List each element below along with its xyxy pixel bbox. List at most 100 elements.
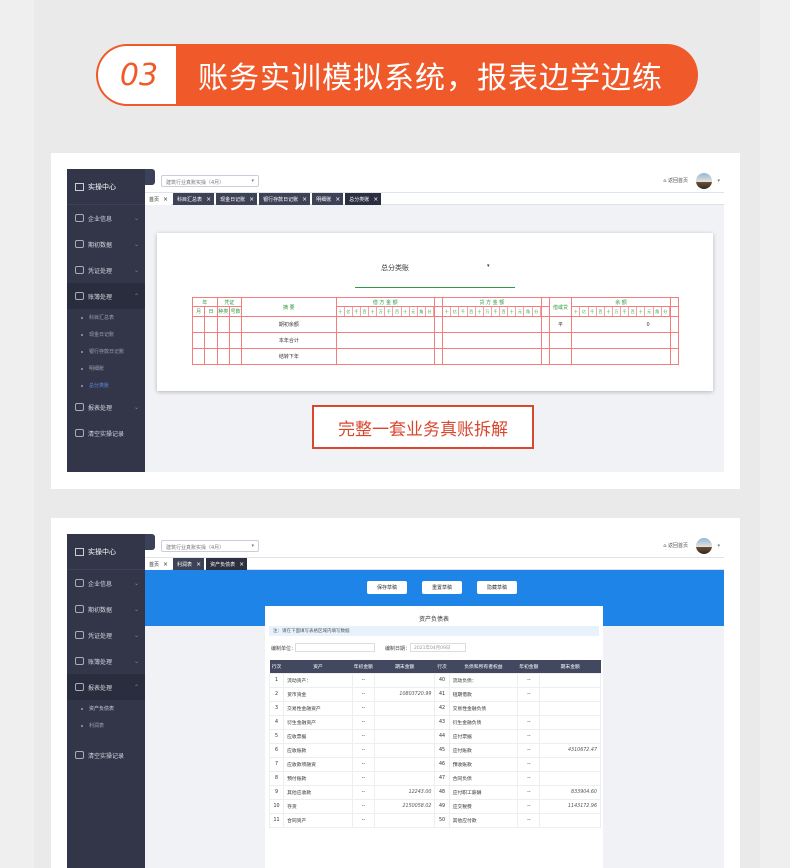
row-dc[interactable]: [548, 348, 573, 365]
asset-closing[interactable]: [373, 728, 436, 744]
tab-detail-ledger[interactable]: 明细账 ×: [312, 193, 344, 205]
cell[interactable]: [204, 316, 218, 333]
tab-income-statement[interactable]: 利润表 ×: [173, 558, 205, 570]
submenu-item[interactable]: 资产负债表: [67, 700, 145, 717]
avatar[interactable]: [696, 538, 712, 554]
menu-item-report[interactable]: 报表处理 ⌄: [67, 394, 145, 420]
menu-item-report[interactable]: 报表处理 ⌃: [67, 674, 145, 700]
liability-closing[interactable]: 833904.60: [539, 784, 601, 800]
submenu-item-selected[interactable]: 总分类账: [67, 377, 145, 394]
asset-closing[interactable]: [373, 770, 436, 786]
row-balance[interactable]: [571, 348, 671, 365]
liability-closing[interactable]: 4310672.47: [539, 742, 601, 758]
liability-closing[interactable]: 1143172.96: [539, 798, 601, 814]
collapse-sidebar-button[interactable]: [145, 534, 155, 550]
liability-closing[interactable]: [539, 714, 601, 730]
asset-closing[interactable]: [373, 714, 436, 730]
menu-item-company[interactable]: 企业信息 ⌄: [67, 205, 145, 231]
industry-select[interactable]: 建筑行业真账实操（4月） ▾: [161, 540, 259, 552]
submenu-item[interactable]: 利润表: [67, 717, 145, 734]
collapse-sidebar-button[interactable]: [145, 169, 155, 185]
menu-item-clear[interactable]: 清空实操记录: [67, 742, 145, 768]
liability-closing[interactable]: [539, 728, 601, 744]
caret-down-icon[interactable]: ▾: [717, 543, 720, 549]
row-balance[interactable]: 0: [571, 316, 671, 333]
hide-draft-button[interactable]: 隐藏草稿: [477, 581, 517, 594]
menu-item-voucher[interactable]: 凭证处理 ⌄: [67, 622, 145, 648]
close-icon[interactable]: ×: [196, 561, 201, 568]
tab-subject-summary[interactable]: 科目汇总表 ×: [173, 193, 215, 205]
menu-item-ledger[interactable]: 账簿处理 ⌃: [67, 283, 145, 309]
cell[interactable]: [191, 332, 206, 349]
menu-item-opening[interactable]: 期初数据 ⌄: [67, 596, 145, 622]
cell[interactable]: [191, 316, 206, 333]
tab-balance-sheet[interactable]: 资产负债表 ×: [206, 558, 248, 570]
cell[interactable]: [228, 348, 243, 365]
asset-closing[interactable]: [373, 672, 436, 688]
home-link[interactable]: ⌂ 返回首页: [663, 542, 688, 549]
liability-closing[interactable]: [539, 700, 601, 716]
asset-closing[interactable]: 12243.00: [373, 784, 436, 800]
asset-closing[interactable]: [373, 700, 436, 716]
close-icon[interactable]: ×: [206, 196, 211, 203]
close-icon[interactable]: ×: [239, 561, 244, 568]
reset-draft-button[interactable]: 重置草稿: [422, 581, 462, 594]
industry-select[interactable]: 建筑行业真账实操（4月） ▾: [161, 175, 259, 187]
cell[interactable]: [204, 332, 218, 349]
submenu-item[interactable]: 明细账: [67, 360, 145, 377]
tab-general-ledger[interactable]: 总分类账 ×: [345, 193, 382, 205]
sidebar-header[interactable]: 实操中心: [67, 534, 145, 570]
menu-item-opening[interactable]: 期初数据 ⌄: [67, 231, 145, 257]
debit-cell[interactable]: [335, 348, 435, 365]
asset-closing[interactable]: 2150058.02: [373, 798, 436, 814]
debit-cell[interactable]: [335, 332, 435, 349]
liability-closing[interactable]: [539, 812, 601, 828]
credit-cell[interactable]: [442, 316, 542, 333]
cell[interactable]: [216, 332, 230, 349]
debit-cell[interactable]: [335, 316, 435, 333]
date-input[interactable]: 2021年04月09日: [410, 643, 466, 652]
submenu-item[interactable]: 银行存款日记账: [67, 343, 145, 360]
save-draft-button[interactable]: 保存草稿: [367, 581, 407, 594]
unit-input[interactable]: [295, 643, 375, 652]
credit-cell[interactable]: [442, 332, 542, 349]
tab-cash-journal[interactable]: 现金日记账 ×: [216, 193, 258, 205]
close-icon[interactable]: ×: [335, 196, 340, 203]
menu-item-ledger[interactable]: 账簿处理 ⌄: [67, 648, 145, 674]
ledger-account-dropdown[interactable]: ▾: [487, 263, 490, 269]
cell[interactable]: [191, 348, 206, 365]
submenu-item[interactable]: 现金日记账: [67, 326, 145, 343]
caret-down-icon[interactable]: ▾: [717, 178, 720, 184]
credit-cell[interactable]: [442, 348, 542, 365]
close-icon[interactable]: ×: [163, 196, 168, 203]
home-link[interactable]: ⌂ 返回首页: [663, 177, 688, 184]
cell[interactable]: [204, 348, 218, 365]
liability-closing[interactable]: [539, 672, 601, 688]
sidebar-header[interactable]: 实操中心: [67, 169, 145, 205]
liability-closing[interactable]: [539, 686, 601, 702]
cell[interactable]: [228, 332, 243, 349]
close-icon[interactable]: ×: [163, 561, 168, 568]
liability-closing[interactable]: [539, 756, 601, 772]
tab-home[interactable]: 首页 ×: [145, 193, 172, 205]
cell[interactable]: [216, 348, 230, 365]
tab-home[interactable]: 首页 ×: [145, 558, 172, 570]
asset-closing[interactable]: [373, 812, 436, 828]
avatar[interactable]: [696, 173, 712, 189]
asset-closing[interactable]: 10803720.99: [373, 686, 436, 702]
row-balance[interactable]: [571, 332, 671, 349]
liability-closing[interactable]: [539, 770, 601, 786]
cell[interactable]: [228, 316, 243, 333]
tab-bank-journal[interactable]: 银行存款日记账 ×: [259, 193, 311, 205]
submenu-item[interactable]: 科目汇总表: [67, 309, 145, 326]
menu-item-clear[interactable]: 清空实操记录: [67, 420, 145, 446]
menu-item-voucher[interactable]: 凭证处理 ⌄: [67, 257, 145, 283]
row-dc[interactable]: [548, 332, 573, 349]
close-icon[interactable]: ×: [373, 196, 378, 203]
menu-item-company[interactable]: 企业信息 ⌄: [67, 570, 145, 596]
row-dc[interactable]: 平: [548, 316, 573, 333]
close-icon[interactable]: ×: [249, 196, 254, 203]
close-icon[interactable]: ×: [302, 196, 307, 203]
asset-closing[interactable]: [373, 742, 436, 758]
cell[interactable]: [216, 316, 230, 333]
